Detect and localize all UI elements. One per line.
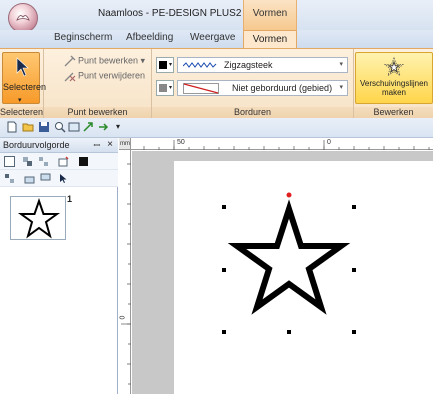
pin-icon[interactable]: ꟷ [93, 140, 100, 151]
handle-bottom-right [352, 330, 356, 334]
move-up-icon[interactable] [24, 173, 35, 184]
embroidery-group: ▾ Zigzagsteek ▾ ▾ Niet geborduurd (gebie… [152, 49, 354, 119]
title-bar: Naamloos - PE-DESIGN PLUS2 Vormen [0, 0, 433, 33]
handle-top-left [222, 205, 226, 209]
region-stitch-select[interactable]: Niet geborduurd (gebied) ▾ [177, 80, 348, 96]
ruler-unit-corner[interactable]: mm [119, 138, 131, 150]
delete-point-icon [64, 72, 76, 82]
tab-weergave[interactable]: Weergave [190, 32, 235, 43]
ruler-label-0: 0 [327, 139, 331, 146]
rotate-handle [286, 192, 292, 198]
zoom-icon[interactable] [54, 121, 66, 133]
quick-access-toolbar: ▾ [0, 118, 433, 138]
chevron-down-icon: ▾ [168, 62, 172, 68]
close-icon[interactable]: × [107, 139, 113, 150]
color-change-icon[interactable] [58, 156, 69, 167]
handle-bottom-left [222, 330, 226, 334]
horizontal-ruler: 50 0 [131, 138, 433, 150]
line-color-swatch [159, 61, 167, 69]
not-sewn-icon [183, 83, 219, 94]
svg-text:mm: mm [120, 141, 130, 147]
chevron-down-icon: ▾ [339, 61, 343, 68]
cursor-arrow-icon [16, 57, 29, 77]
zigzag-stitch-icon [183, 62, 217, 68]
expand-icon[interactable] [4, 156, 15, 167]
panel-toolbar-2 [0, 170, 118, 187]
chevron-down-icon: ▾ [168, 85, 172, 91]
move-down-icon[interactable] [40, 173, 51, 184]
tab-beginscherm[interactable]: Beginscherm [54, 32, 112, 43]
create-offset-lines-label-2: maken [381, 88, 406, 97]
design-page[interactable] [174, 161, 433, 394]
selection-handles [222, 205, 356, 334]
open-folder-icon[interactable] [22, 121, 34, 133]
design-svg [222, 192, 356, 334]
star-shape [227, 199, 351, 315]
point-edit-group: Punt bewerken ▾ Punt verwijderen Punt be… [44, 49, 152, 119]
region-color-picker[interactable]: ▾ [156, 80, 174, 96]
line-stitch-value: Zigzagsteek [224, 60, 273, 70]
ribbon: Selecteren ▾ Selecteren Punt bewerken ▾ … [0, 48, 433, 119]
pen-icon [64, 55, 76, 67]
vertical-ruler-ticks [121, 163, 131, 385]
preview-icon[interactable] [68, 121, 80, 133]
chevron-down-icon: ▾ [339, 84, 343, 91]
select-group: Selecteren ▾ Selecteren [0, 49, 47, 119]
group-icon[interactable] [22, 156, 33, 167]
handle-top-middle [287, 205, 291, 209]
panel-header: Borduurvolgorde ꟷ × [0, 138, 118, 153]
delete-point-button[interactable]: Punt verwijderen [64, 70, 145, 84]
panel-title: Borduurvolgorde [3, 140, 70, 150]
ruler-label-0-vertical: 0 [119, 315, 127, 320]
create-offset-lines-label-1: Verschuivingslijnen [359, 79, 429, 88]
chevron-down-icon: ▾ [18, 97, 22, 104]
create-offset-lines-button[interactable]: Verschuivingslijnen maken [355, 52, 433, 104]
transfer-icon[interactable] [82, 121, 94, 133]
region-stitch-value: Niet geborduurd (gebied) [232, 83, 333, 93]
ungroup-icon[interactable] [38, 156, 49, 167]
handle-bottom-middle [287, 330, 291, 334]
vertical-ruler: 0 [119, 150, 131, 394]
sewing-order-panel: Borduurvolgorde ꟷ × 1 [0, 138, 118, 394]
panel-select-arrow-icon[interactable] [58, 173, 69, 184]
delete-point-label: Punt verwijderen [78, 70, 146, 81]
customize-qat-icon[interactable]: ▾ [116, 122, 120, 131]
region-color-swatch [159, 84, 167, 92]
select-button[interactable]: Selecteren ▾ [2, 52, 47, 104]
color-block-icon[interactable] [78, 156, 89, 167]
tab-afbeelding[interactable]: Afbeelding [126, 32, 173, 43]
new-file-icon[interactable] [6, 121, 18, 133]
ruler-unit-icon: mm [120, 141, 130, 147]
star-thumbnail-icon [17, 197, 61, 239]
ribbon-tab-row: Beginscherm Afbeelding Weergave [0, 30, 433, 48]
select-button-label: Selecteren [3, 82, 47, 92]
thumbnail-number: 1 [67, 194, 73, 204]
edit-group: Verschuivingslijnen maken Bewerken [354, 49, 433, 119]
panel-toolbar-1 [0, 153, 118, 170]
context-tab-group-label: Vormen [252, 8, 288, 19]
app-menu-icon [16, 15, 30, 21]
edit-point-label: Punt bewerken [78, 55, 139, 66]
handle-top-right [352, 205, 356, 209]
line-stitch-select[interactable]: Zigzagsteek ▾ [177, 57, 348, 73]
edit-point-button[interactable]: Punt bewerken ▾ [64, 55, 145, 69]
handle-middle-right [352, 268, 356, 272]
send-icon[interactable] [97, 121, 109, 133]
tab-vormen[interactable]: Vormen [243, 30, 297, 50]
offset-star-icon [383, 56, 405, 77]
window-title: Naamloos - PE-DESIGN PLUS2 [98, 8, 242, 19]
line-color-picker[interactable]: ▾ [156, 57, 174, 73]
sewing-order-thumbnail[interactable] [10, 196, 66, 240]
save-icon[interactable] [38, 121, 50, 133]
ruler-label-50: 50 [177, 139, 185, 146]
context-tab-group: Vormen [243, 0, 297, 30]
handle-middle-left [222, 268, 226, 272]
app-menu-button[interactable] [8, 3, 38, 33]
sort-icon[interactable] [4, 173, 15, 184]
